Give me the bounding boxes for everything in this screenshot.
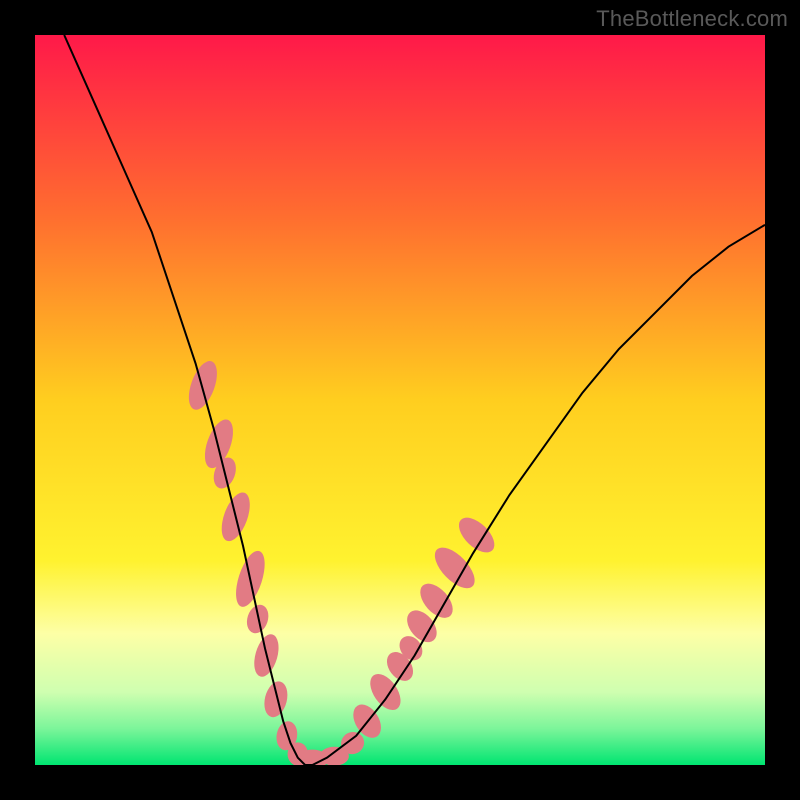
chart-area bbox=[35, 35, 765, 765]
chart-svg bbox=[35, 35, 765, 765]
watermark-text: TheBottleneck.com bbox=[596, 6, 788, 32]
